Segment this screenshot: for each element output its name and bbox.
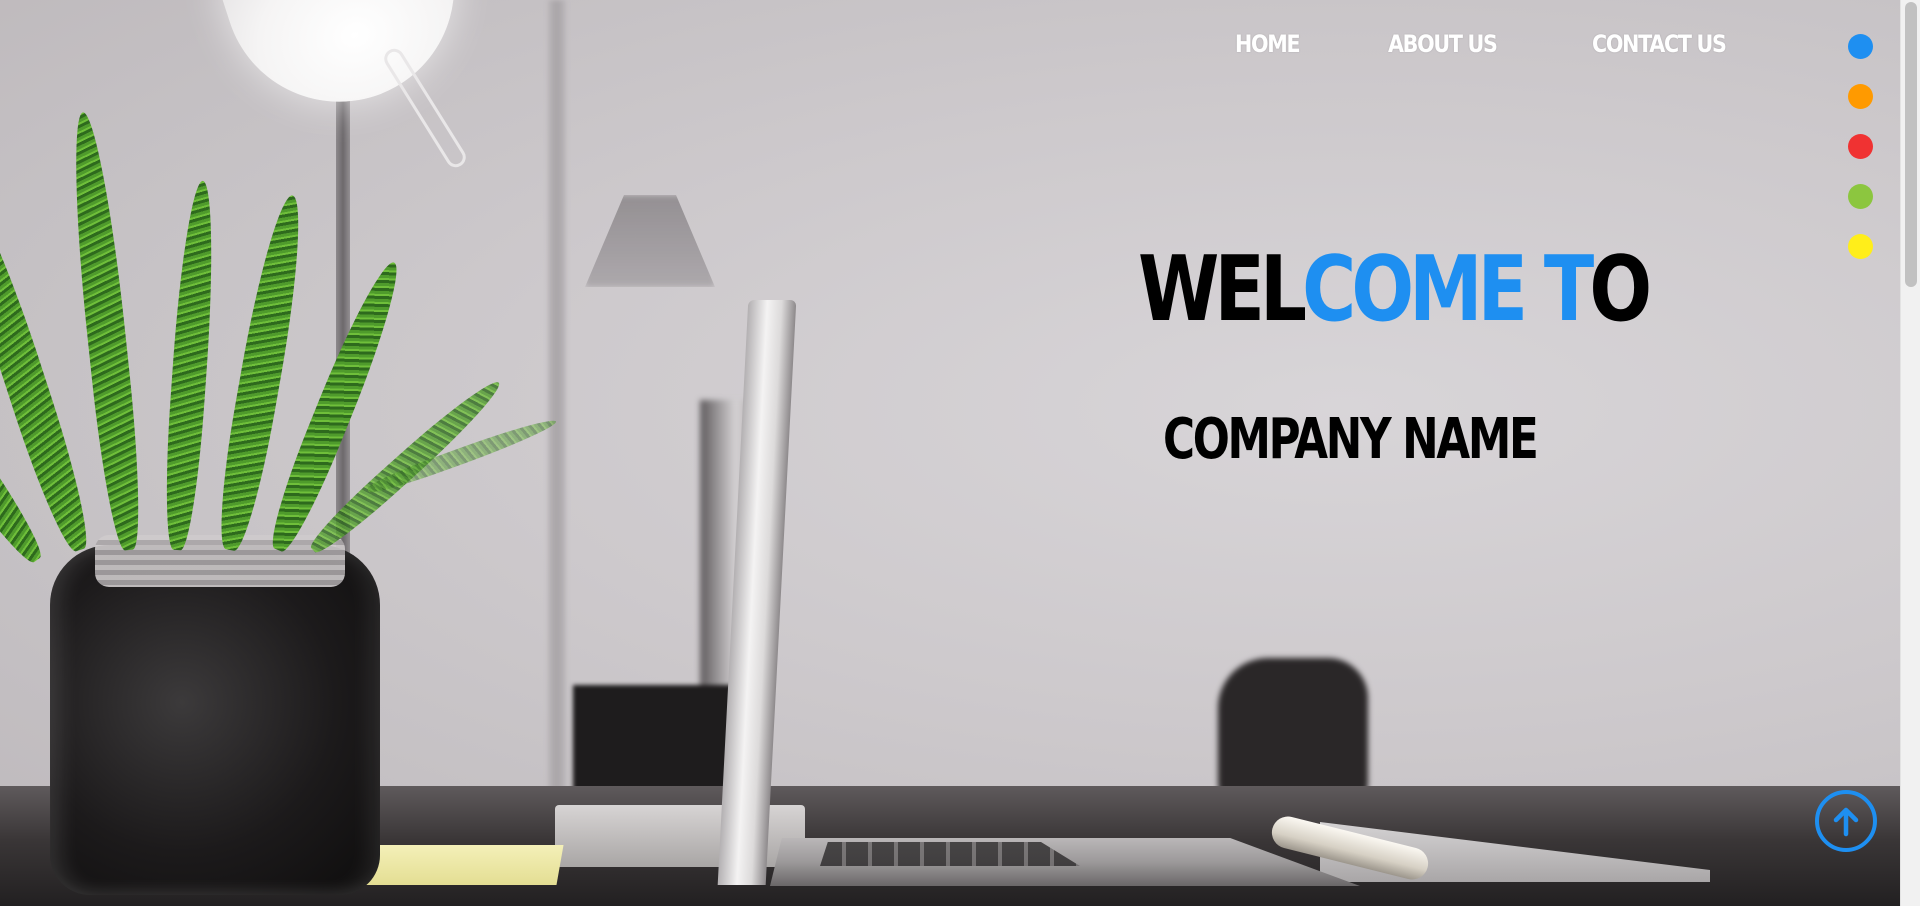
- background-lamp: [585, 195, 715, 287]
- hero-title: WELCOME TO: [1138, 245, 1652, 335]
- color-swatch-blue[interactable]: [1848, 34, 1873, 59]
- lamp-arm: [380, 45, 470, 171]
- nav-home-link[interactable]: HOME: [1235, 30, 1301, 58]
- background-pillar: [548, 0, 566, 820]
- page-scrollbar[interactable]: [1900, 0, 1920, 906]
- scrollbar-thumb[interactable]: [1905, 2, 1917, 287]
- hero-title-accent: COME T: [1302, 237, 1594, 342]
- plant-jar: [50, 545, 380, 895]
- hero-title-part-3: O: [1589, 237, 1652, 342]
- page: HOME ABOUT US CONTACT US WELCOME TO COMP…: [0, 0, 1920, 906]
- color-switcher: [1848, 34, 1873, 259]
- nav-contact-us-link[interactable]: CONTACT US: [1592, 30, 1727, 58]
- laptop-keys: [820, 842, 1080, 866]
- desk-lamp: [215, 0, 485, 132]
- main-nav: HOME ABOUT US CONTACT US: [1235, 30, 1747, 58]
- hero-title-part-1: WEL: [1138, 237, 1307, 342]
- color-swatch-green[interactable]: [1848, 184, 1873, 209]
- company-name: COMPANY NAME: [1163, 407, 1539, 472]
- plant-leaf: [160, 179, 220, 552]
- color-swatch-yellow[interactable]: [1848, 234, 1873, 259]
- arrow-up-icon: [1833, 807, 1859, 837]
- color-swatch-orange[interactable]: [1848, 84, 1873, 109]
- background-photo: [0, 0, 1920, 906]
- nav-about-us-link[interactable]: ABOUT US: [1388, 30, 1498, 58]
- scroll-to-top-button[interactable]: [1815, 790, 1877, 852]
- color-swatch-red[interactable]: [1848, 134, 1873, 159]
